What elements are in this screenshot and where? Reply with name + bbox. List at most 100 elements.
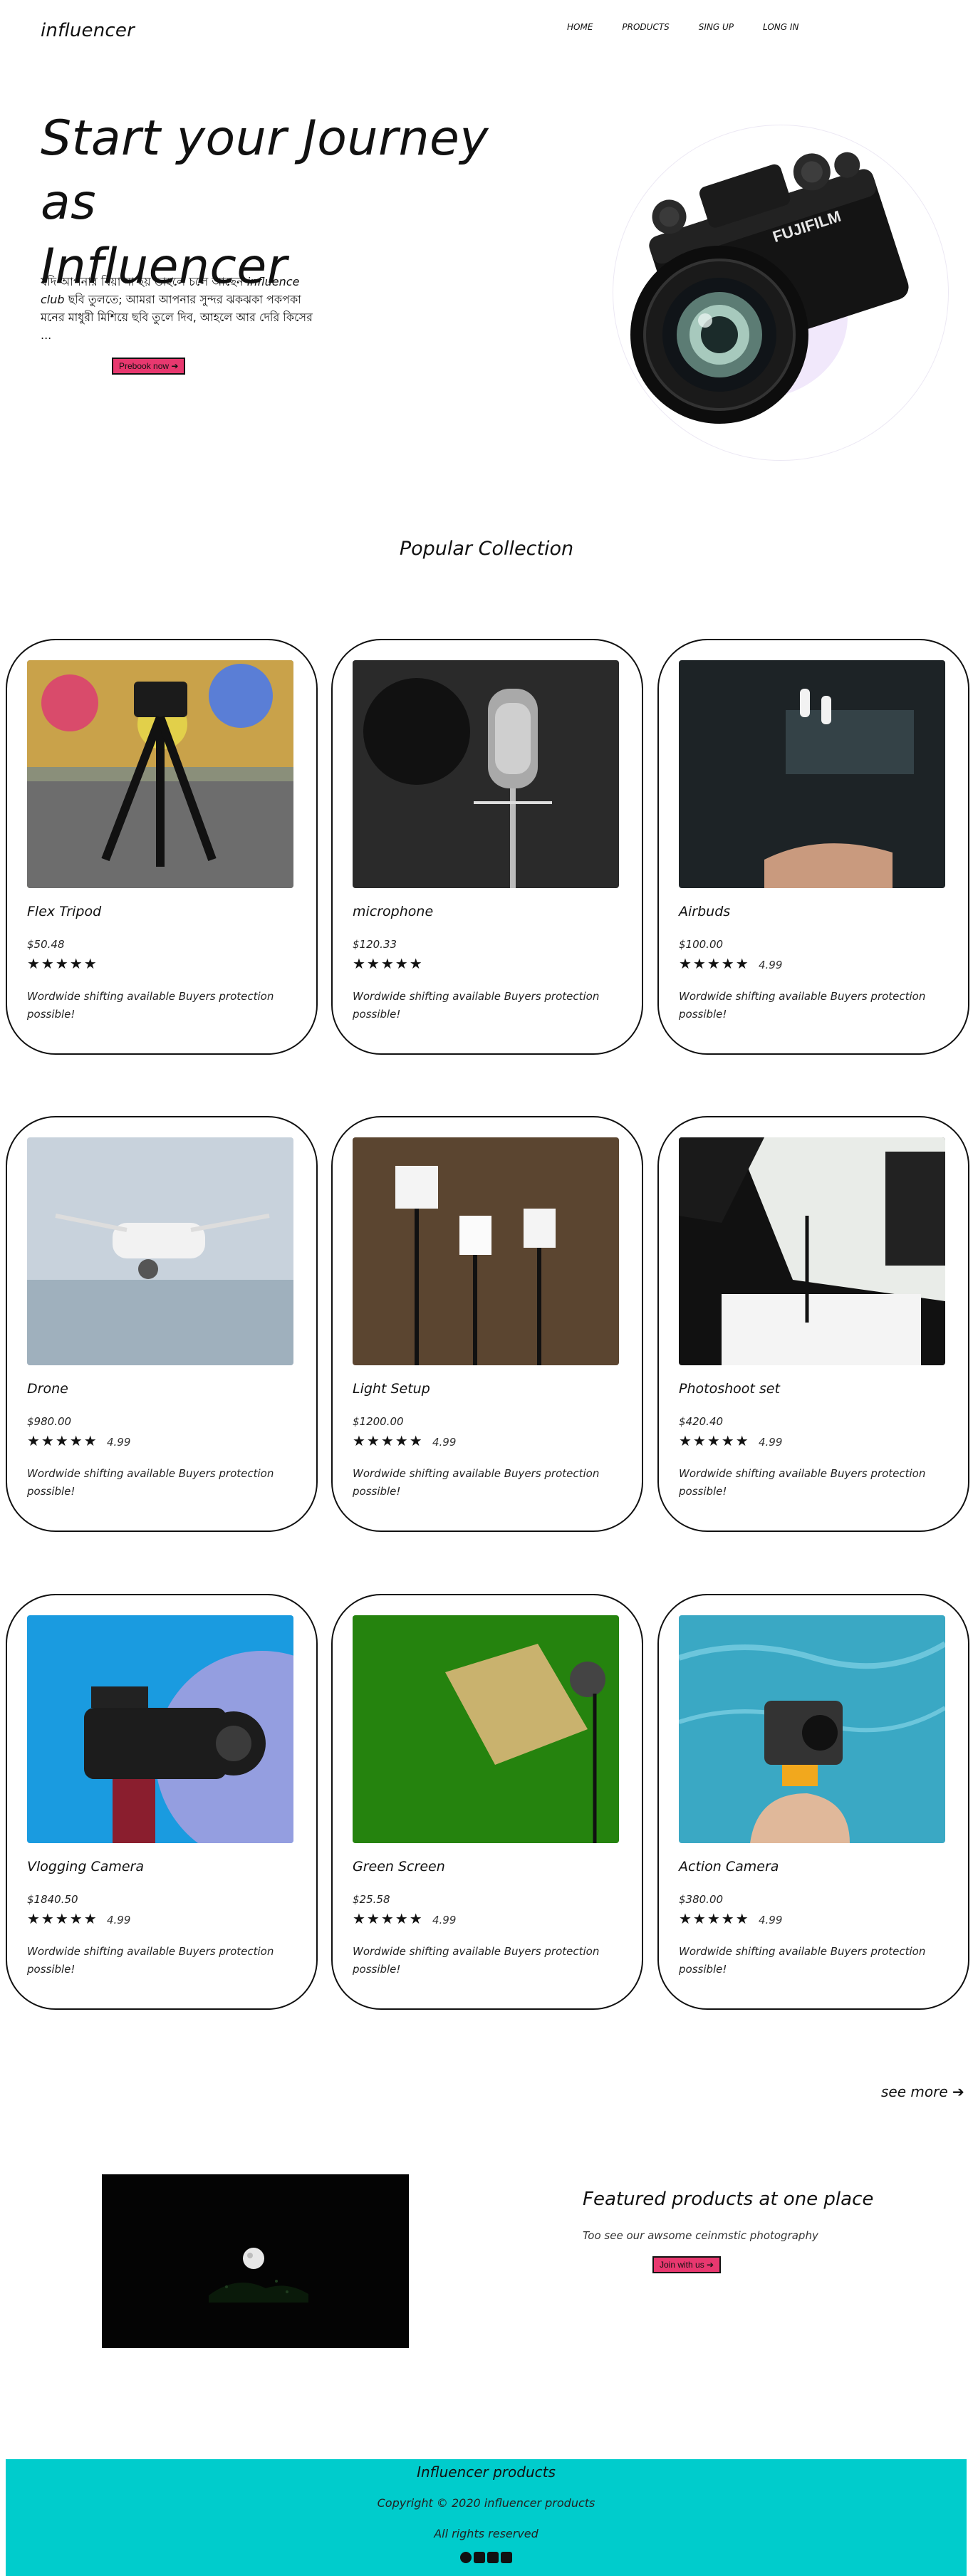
product-image[interactable] (679, 660, 945, 888)
product-price: $120.33 (353, 938, 397, 951)
product-description: Wordwide shifting available Buyers prote… (679, 990, 926, 1021)
product-image[interactable] (679, 1137, 945, 1365)
social-links (6, 2552, 967, 2563)
product-card[interactable]: Light Setup $1200.00 ★★★★★ 4.99 Wordwide shi… (331, 1116, 643, 1532)
product-price: $380.00 (679, 1893, 724, 1906)
join-button[interactable]: Join with us ➔ (652, 2256, 722, 2273)
prebook-button[interactable]: Prebook now ➔ (112, 358, 186, 375)
product-card[interactable]: Airbuds $100.00 ★★★★★ 4.99 Wordwide shifting… (657, 639, 969, 1055)
product-description: Wordwide shifting available Buyers prote… (27, 1467, 274, 1498)
nav-link-products[interactable]: PRODUCTS (622, 22, 669, 32)
action-camera-photo (679, 1615, 945, 1843)
product-image[interactable] (27, 1615, 293, 1843)
product-image[interactable] (353, 1137, 619, 1365)
product-name[interactable]: Vlogging Camera (27, 1859, 144, 1874)
footer-title: Influencer products (417, 2463, 556, 2481)
product-card[interactable]: Photoshoot set $420.40 ★★★★★ 4.99 Wordwide s… (657, 1116, 969, 1532)
rating-value: 4.99 (107, 1914, 131, 1926)
popular-collection-title: Popular Collection (399, 538, 574, 560)
product-price: $980.00 (27, 1415, 72, 1428)
rating-value: 4.99 (759, 1436, 783, 1449)
hero-text-after: ছবি তুলতে; আমরা আপনার সুন্দর ঝকঝকা পকপকা… (41, 293, 313, 342)
product-price: $25.58 (353, 1893, 390, 1906)
product-description: Wordwide shifting available Buyers prote… (353, 990, 600, 1021)
product-card[interactable]: Flex Tripod $50.48 ★★★★★ Wordwide shifting … (6, 639, 318, 1055)
youtube-icon[interactable] (474, 2552, 485, 2563)
microphone-photo (353, 660, 619, 888)
twitter-icon[interactable] (501, 2552, 512, 2563)
nav-link-login[interactable]: LONG IN (763, 22, 798, 32)
featured-moon-photo (102, 2174, 409, 2348)
product-name[interactable]: microphone (353, 904, 433, 919)
product-name[interactable]: Flex Tripod (27, 904, 101, 919)
hero-description: যদি আপনার বিয়া না হয় তাহলে চলে আছেন in… (41, 273, 318, 344)
product-description: Wordwide shifting available Buyers prote… (27, 1945, 274, 1976)
rating-stars-icon: ★★★★★ (27, 955, 98, 972)
product-card[interactable]: Green Screen $25.58 ★★★★★ 4.99 Wordwide shif… (331, 1594, 643, 2010)
product-image[interactable] (679, 1615, 945, 1843)
rating-stars-icon: ★★★★★ (679, 1432, 750, 1449)
product-image[interactable] (353, 660, 619, 888)
featured-subtitle: Too see our awsome ceinmstic photography (583, 2229, 818, 2242)
tripod-photo (27, 660, 293, 888)
rating-value: 4.99 (432, 1914, 457, 1926)
rating-value: 4.99 (759, 1914, 783, 1926)
light-setup-photo (353, 1137, 619, 1365)
facebook-icon[interactable] (460, 2552, 472, 2563)
product-description: Wordwide shifting available Buyers prote… (679, 1945, 926, 1976)
top-navbar: influencer HOME PRODUCTS SING UP LONG IN (0, 0, 973, 64)
product-card[interactable]: Action Camera $380.00 ★★★★★ 4.99 Wordwide sh… (657, 1594, 969, 2010)
rating-stars-icon: ★★★★★ (679, 955, 750, 972)
product-description: Wordwide shifting available Buyers prote… (679, 1467, 926, 1498)
rating-stars-icon: ★★★★★ (353, 1910, 424, 1927)
product-name[interactable]: Action Camera (679, 1859, 779, 1874)
product-price: $1200.00 (353, 1415, 404, 1428)
featured-image (102, 2174, 409, 2348)
product-name[interactable]: Airbuds (679, 904, 730, 919)
product-card[interactable]: Drone $980.00 ★★★★★ 4.99 Wordwide shifting a… (6, 1116, 318, 1532)
rating-stars-icon: ★★★★★ (27, 1910, 98, 1927)
product-card[interactable]: microphone $120.33 ★★★★★ Wordwide shifting … (331, 639, 643, 1055)
rating-stars-icon: ★★★★★ (353, 955, 424, 972)
footer: Influencer products Copyright © 2020 inf… (6, 2459, 967, 2576)
footer-copyright: Copyright © 2020 influencer products (377, 2496, 595, 2510)
product-name[interactable]: Light Setup (353, 1381, 430, 1397)
rating-stars-icon: ★★★★★ (353, 1432, 424, 1449)
vlogging-camera-photo (27, 1615, 293, 1843)
site-logo[interactable]: influencer (41, 20, 135, 41)
product-name[interactable]: Photoshoot set (679, 1381, 780, 1397)
product-name[interactable]: Green Screen (353, 1859, 445, 1874)
product-image[interactable] (27, 1137, 293, 1365)
product-name[interactable]: Drone (27, 1381, 68, 1397)
nav-links: HOME PRODUCTS SING UP LONG IN (567, 22, 828, 32)
product-price: $50.48 (27, 938, 65, 951)
photoshoot-set-photo (679, 1137, 945, 1365)
hero-title-line1: Start your Journey as (41, 110, 489, 231)
rating-value: 4.99 (107, 1436, 131, 1449)
hero-title: Start your Journey as Influencer (41, 107, 553, 299)
green-screen-photo (353, 1615, 619, 1843)
product-image[interactable] (27, 660, 293, 888)
instagram-icon[interactable] (487, 2552, 499, 2563)
rating-stars-icon: ★★★★★ (679, 1910, 750, 1927)
rating-value: 4.99 (759, 959, 783, 971)
product-description: Wordwide shifting available Buyers prote… (353, 1467, 600, 1498)
drone-photo (27, 1137, 293, 1365)
featured-title: Featured products at one place (583, 2189, 874, 2210)
rating-value: 4.99 (432, 1436, 457, 1449)
product-price: $100.00 (679, 938, 724, 951)
airbuds-photo (679, 660, 945, 888)
hero-text-before: যদি আপনার বিয়া না হয় তাহলে চলে আছেন (41, 275, 244, 288)
camera-icon: FUJIFILM (630, 152, 909, 424)
see-more-link[interactable]: see more ➔ (881, 2083, 964, 2100)
product-description: Wordwide shifting available Buyers prote… (27, 990, 274, 1021)
product-price: $420.40 (679, 1415, 724, 1428)
product-description: Wordwide shifting available Buyers prote… (353, 1945, 600, 1976)
footer-rights: All rights reserved (434, 2527, 538, 2540)
rating-stars-icon: ★★★★★ (27, 1432, 98, 1449)
product-card[interactable]: Vlogging Camera $1840.50 ★★★★★ 4.99 Wordwide… (6, 1594, 318, 2010)
nav-link-home[interactable]: HOME (567, 22, 593, 32)
nav-link-signup[interactable]: SING UP (699, 22, 734, 32)
product-price: $1840.50 (27, 1893, 78, 1906)
product-image[interactable] (353, 1615, 619, 1843)
